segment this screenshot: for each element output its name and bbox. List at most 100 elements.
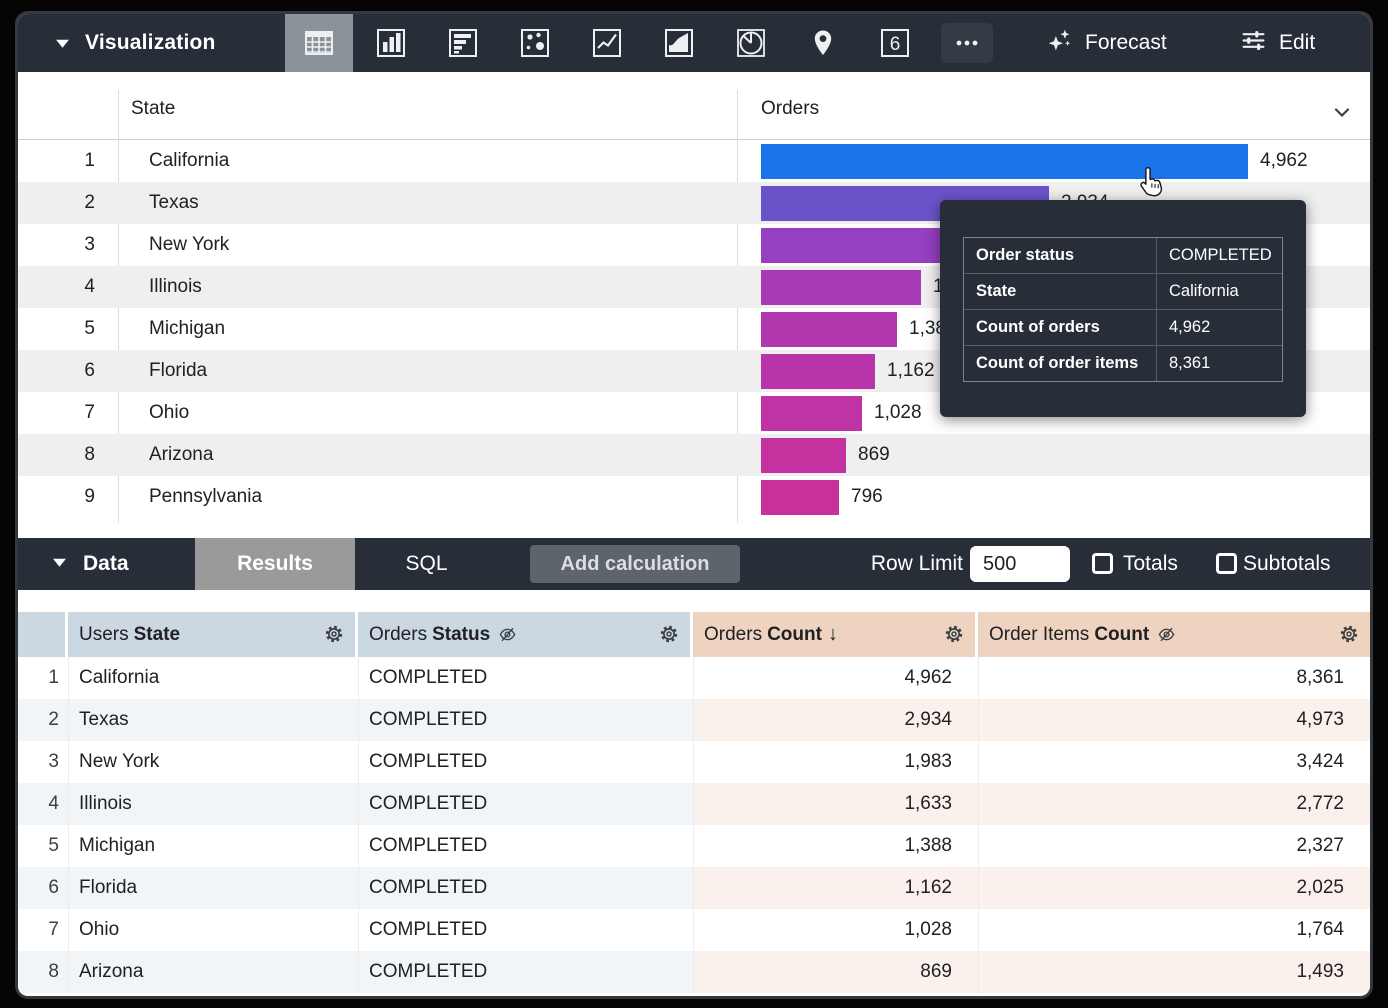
data-cell[interactable]: 1,764 [978, 909, 1370, 951]
viz-state-cell[interactable]: Texas [118, 182, 737, 224]
viz-state-cell[interactable]: New York [118, 224, 737, 266]
data-row-index: 2 [18, 699, 68, 741]
tune-sliders-icon [1240, 27, 1267, 60]
data-column-header-order-items-count[interactable]: Order ItemsCount [978, 612, 1370, 657]
tooltip-field-value: 4,962 [1157, 310, 1282, 345]
data-cell[interactable]: 2,025 [978, 867, 1370, 909]
data-cell[interactable]: Texas [68, 699, 358, 741]
data-cell[interactable]: Arizona [68, 951, 358, 993]
data-cell[interactable]: 4,962 [693, 657, 978, 699]
orders-bar[interactable] [761, 438, 846, 473]
viz-row-index: 4 [18, 266, 118, 308]
forecast-button[interactable]: Forecast [1046, 14, 1167, 72]
viz-state-cell[interactable]: Arizona [118, 434, 737, 476]
data-cell[interactable]: COMPLETED [358, 783, 693, 825]
viz-state-cell[interactable]: California [118, 140, 737, 182]
visualization-section-toggle[interactable]: Visualization [55, 14, 216, 72]
viz-state-cell[interactable]: Florida [118, 350, 737, 392]
data-cell[interactable]: Michigan [68, 825, 358, 867]
orders-value-label: 1,162 [887, 350, 935, 392]
orders-bar[interactable] [761, 270, 921, 305]
orders-column-chevron-down-icon[interactable] [1330, 100, 1354, 124]
subtotals-checkbox[interactable] [1216, 553, 1237, 574]
orders-bar[interactable] [761, 144, 1248, 179]
data-cell[interactable]: New York [68, 741, 358, 783]
chart-type-scatter-plot-icon[interactable] [501, 14, 569, 72]
data-cell[interactable]: Ohio [68, 909, 358, 951]
header-view-name: Orders [369, 624, 427, 646]
data-section-toggle[interactable]: Data [52, 538, 129, 590]
data-cell[interactable]: 4,973 [978, 699, 1370, 741]
data-cell[interactable]: COMPLETED [358, 951, 693, 993]
header-field-name: State [134, 624, 180, 646]
data-cell[interactable]: 1,633 [693, 783, 978, 825]
viz-column-header-orders[interactable]: Orders [761, 98, 819, 120]
viz-state-cell[interactable]: Illinois [118, 266, 737, 308]
viz-row-index: 5 [18, 308, 118, 350]
data-column-header-orders-status[interactable]: OrdersStatus [358, 612, 690, 657]
edit-button[interactable]: Edit [1240, 14, 1315, 72]
data-column-header-orders-count[interactable]: OrdersCount↓ [693, 612, 975, 657]
orders-bar[interactable] [761, 396, 862, 431]
data-cell[interactable]: 1,162 [693, 867, 978, 909]
row-limit-label: Row Limit [838, 538, 963, 590]
tooltip-field-label: State [964, 274, 1157, 309]
data-table-row: 2TexasCOMPLETED2,9344,973 [18, 699, 1370, 741]
data-cell[interactable]: COMPLETED [358, 657, 693, 699]
gear-icon[interactable] [943, 623, 965, 645]
edit-label: Edit [1279, 31, 1315, 55]
data-column-header-users-state[interactable]: UsersState [68, 612, 355, 657]
viz-column-header-state[interactable]: State [131, 98, 175, 120]
chart-type-pie-chart-icon[interactable] [717, 14, 785, 72]
data-cell[interactable]: COMPLETED [358, 909, 693, 951]
data-cell[interactable]: 2,327 [978, 825, 1370, 867]
chart-type-more-options-icon[interactable] [933, 14, 1001, 72]
data-table-row: 5MichiganCOMPLETED1,3882,327 [18, 825, 1370, 867]
viz-state-cell[interactable]: Michigan [118, 308, 737, 350]
gear-icon[interactable] [323, 623, 345, 645]
tooltip-field-value: California [1157, 274, 1282, 309]
data-cell[interactable]: 1,983 [693, 741, 978, 783]
chart-type-table-icon[interactable] [285, 14, 353, 72]
viz-state-cell[interactable]: Ohio [118, 392, 737, 434]
data-cell[interactable]: 3,424 [978, 741, 1370, 783]
header-view-name: Order Items [989, 624, 1089, 646]
totals-checkbox[interactable] [1092, 553, 1113, 574]
data-row-index: 7 [18, 909, 68, 951]
viz-table-row: 9Pennsylvania796 [18, 476, 1370, 518]
orders-bar[interactable] [761, 312, 897, 347]
data-row-index: 3 [18, 741, 68, 783]
data-cell[interactable]: 1,493 [978, 951, 1370, 993]
chart-type-single-value-icon[interactable]: 6 [861, 14, 929, 72]
gear-icon[interactable] [658, 623, 680, 645]
chart-type-area-chart-icon[interactable] [645, 14, 713, 72]
add-calculation-button[interactable]: Add calculation [530, 545, 740, 583]
orders-bar[interactable] [761, 354, 875, 389]
tab-sql[interactable]: SQL [355, 538, 498, 590]
data-cell[interactable]: 1,028 [693, 909, 978, 951]
data-cell[interactable]: 8,361 [978, 657, 1370, 699]
orders-bar[interactable] [761, 228, 956, 263]
data-row-index: 5 [18, 825, 68, 867]
data-cell[interactable]: COMPLETED [358, 867, 693, 909]
data-cell[interactable]: Illinois [68, 783, 358, 825]
data-cell[interactable]: 2,772 [978, 783, 1370, 825]
tab-results[interactable]: Results [195, 538, 355, 590]
chart-type-map-icon[interactable] [789, 14, 857, 72]
viz-state-cell[interactable]: Pennsylvania [118, 476, 737, 518]
row-limit-input[interactable] [970, 546, 1070, 582]
data-cell[interactable]: Florida [68, 867, 358, 909]
data-cell[interactable]: 2,934 [693, 699, 978, 741]
chart-type-column-chart-icon[interactable] [357, 14, 425, 72]
data-cell[interactable]: California [68, 657, 358, 699]
tooltip-table: Order statusCOMPLETEDStateCaliforniaCoun… [963, 237, 1283, 382]
data-cell[interactable]: 869 [693, 951, 978, 993]
gear-icon[interactable] [1338, 623, 1360, 645]
data-cell[interactable]: COMPLETED [358, 741, 693, 783]
chart-type-bar-chart-icon[interactable] [429, 14, 497, 72]
data-cell[interactable]: 1,388 [693, 825, 978, 867]
orders-bar[interactable] [761, 480, 839, 515]
data-cell[interactable]: COMPLETED [358, 699, 693, 741]
data-cell[interactable]: COMPLETED [358, 825, 693, 867]
chart-type-line-chart-icon[interactable] [573, 14, 641, 72]
